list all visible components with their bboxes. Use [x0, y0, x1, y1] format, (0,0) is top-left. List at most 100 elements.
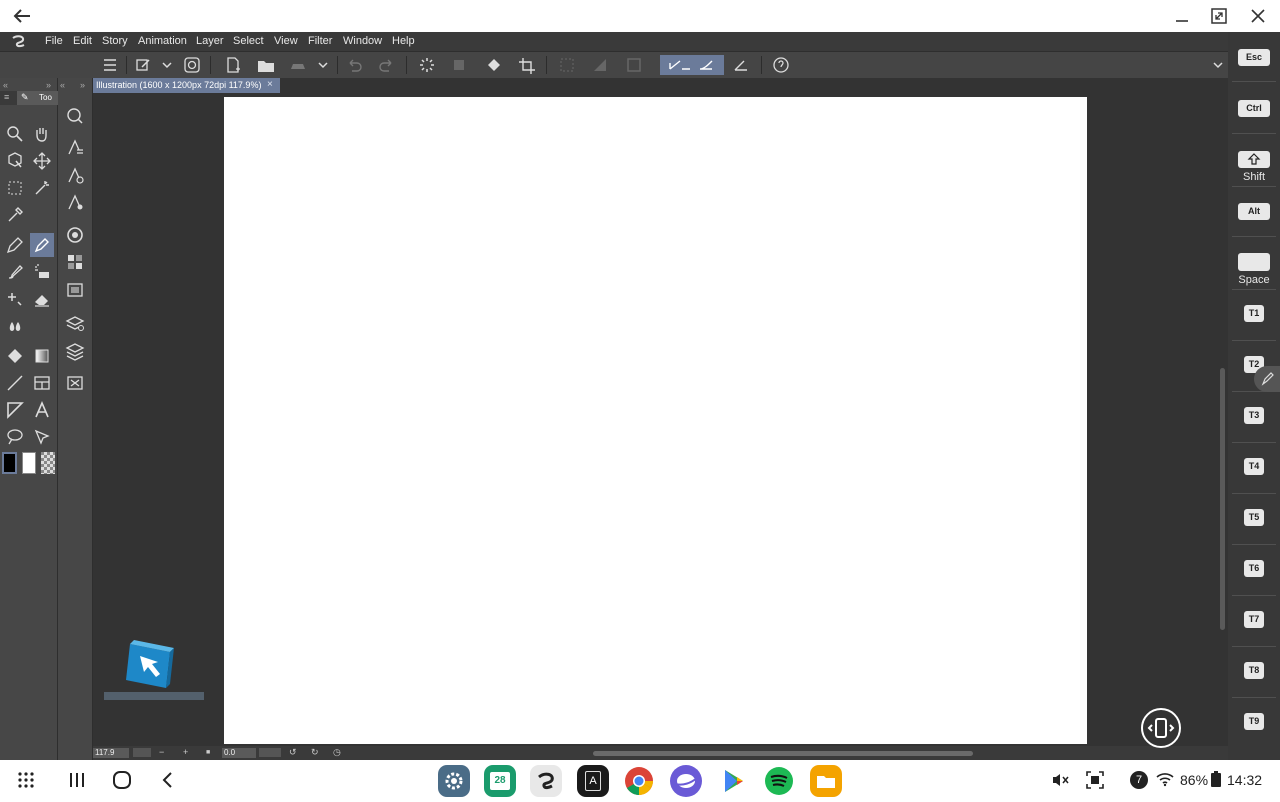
- t3-key[interactable]: T3: [1244, 407, 1264, 424]
- rotate-right-icon[interactable]: ↻: [311, 747, 319, 758]
- zoom-in-icon[interactable]: +: [183, 747, 188, 757]
- brush-tool-icon[interactable]: [3, 260, 27, 284]
- hamburger-menu-icon[interactable]: [99, 55, 121, 75]
- t1-key[interactable]: T1: [1244, 305, 1264, 322]
- intermediate-color-icon[interactable]: [63, 278, 87, 302]
- snap-ruler-icon[interactable]: [730, 55, 752, 75]
- shift-key[interactable]: [1238, 151, 1270, 168]
- menu-filter[interactable]: Filter: [308, 35, 332, 47]
- color-set-icon[interactable]: [63, 250, 87, 274]
- menu-animation[interactable]: Animation: [138, 35, 187, 47]
- app-drawer-icon[interactable]: [16, 770, 36, 796]
- chevron-down-icon[interactable]: [312, 55, 334, 75]
- pencil-tool-icon[interactable]: [30, 233, 54, 257]
- notification-count-badge[interactable]: 7: [1130, 771, 1148, 789]
- rotation-slider[interactable]: [259, 748, 281, 757]
- space-key[interactable]: [1238, 253, 1270, 271]
- zoom-tool-icon[interactable]: [3, 122, 27, 146]
- loading-spinner-icon[interactable]: [416, 55, 438, 75]
- chevron-down-icon[interactable]: [1207, 55, 1229, 75]
- arrow-left-icon[interactable]: [10, 4, 34, 28]
- restore-icon[interactable]: [1207, 4, 1231, 28]
- back-icon[interactable]: [158, 770, 178, 796]
- menu-story[interactable]: Story: [102, 35, 128, 47]
- document-tab[interactable]: Illustration (1600 x 1200px 72dpi 117.9%…: [93, 78, 280, 93]
- help-icon[interactable]: [770, 55, 792, 75]
- t4-key[interactable]: T4: [1244, 458, 1264, 475]
- collapse-icon[interactable]: «: [60, 80, 65, 90]
- menu-layer[interactable]: Layer: [196, 35, 224, 47]
- chevron-down-icon[interactable]: [156, 55, 178, 75]
- t6-key[interactable]: T6: [1244, 560, 1264, 577]
- crop-icon[interactable]: [516, 55, 538, 75]
- menu-help[interactable]: Help: [392, 35, 415, 47]
- close-icon[interactable]: [1246, 4, 1270, 28]
- alt-key[interactable]: Alt: [1238, 203, 1270, 220]
- panel-menu-icon[interactable]: ≡: [4, 92, 9, 102]
- airbrush-tool-icon[interactable]: [30, 260, 54, 284]
- eraser-tool-icon[interactable]: [30, 287, 54, 311]
- layers-icon[interactable]: [63, 339, 87, 363]
- material-icon[interactable]: [63, 371, 87, 395]
- zoom-field[interactable]: 117.9: [93, 748, 129, 758]
- tool-tab[interactable]: ✎ Too: [17, 91, 58, 105]
- pen-tool-icon[interactable]: [3, 233, 27, 257]
- brush-size-icon[interactable]: [63, 191, 87, 215]
- tool-property-icon[interactable]: [63, 164, 87, 188]
- eyedropper-icon[interactable]: [3, 203, 27, 227]
- screenshot-icon[interactable]: [1085, 770, 1105, 793]
- balloon-tool-icon[interactable]: [3, 425, 27, 449]
- rotation-field[interactable]: 0.0: [222, 748, 256, 758]
- sub-tool-icon[interactable]: [63, 136, 87, 160]
- main-color-swatch[interactable]: [2, 452, 17, 474]
- selection-tool-icon[interactable]: [3, 176, 27, 200]
- text-tool-icon[interactable]: [30, 398, 54, 422]
- menu-file[interactable]: File: [45, 35, 63, 47]
- menu-window[interactable]: Window: [343, 35, 382, 47]
- minimize-icon[interactable]: [1170, 4, 1194, 28]
- ruler-tool-icon[interactable]: [3, 398, 27, 422]
- sub-color-swatch[interactable]: [22, 452, 36, 474]
- collapse-icon[interactable]: «: [3, 80, 8, 90]
- object-tool-icon[interactable]: [3, 149, 27, 173]
- color-wheel-icon[interactable]: [63, 223, 87, 247]
- fit-icon[interactable]: ■: [206, 749, 210, 756]
- fill-tool-icon[interactable]: [3, 344, 27, 368]
- horizontal-scrollbar[interactable]: [593, 751, 973, 756]
- menu-edit[interactable]: Edit: [73, 35, 92, 47]
- zoom-slider[interactable]: [133, 748, 151, 757]
- open-folder-icon[interactable]: [255, 55, 277, 75]
- reset-rotation-icon[interactable]: ◷: [333, 747, 341, 758]
- frame-tool-icon[interactable]: [30, 371, 54, 395]
- chrome-app-icon[interactable]: [623, 765, 655, 797]
- t7-key[interactable]: T7: [1244, 611, 1264, 628]
- decoration-tool-icon[interactable]: [3, 287, 27, 311]
- clip-studio-logo-icon[interactable]: [10, 34, 28, 49]
- move-tool-icon[interactable]: [30, 149, 54, 173]
- internet-app-icon[interactable]: [670, 765, 702, 797]
- play-store-app-icon[interactable]: [717, 765, 749, 797]
- correct-line-tool-icon[interactable]: [30, 425, 54, 449]
- calendar-app-icon[interactable]: 28: [484, 765, 516, 797]
- fill-icon[interactable]: [483, 55, 505, 75]
- split-view-button[interactable]: [1141, 708, 1181, 748]
- ctrl-key[interactable]: Ctrl: [1238, 100, 1270, 117]
- esc-key[interactable]: Esc: [1238, 49, 1270, 66]
- transparent-color-swatch[interactable]: [41, 452, 55, 474]
- rotate-left-icon[interactable]: ↺: [289, 747, 297, 758]
- t9-key[interactable]: T9: [1244, 713, 1264, 730]
- edge-panel-handle[interactable]: [1254, 366, 1280, 392]
- expand-icon[interactable]: »: [46, 80, 51, 90]
- mute-icon[interactable]: [1050, 771, 1070, 792]
- t5-key[interactable]: T5: [1244, 509, 1264, 526]
- dex-app-icon[interactable]: A: [577, 765, 609, 797]
- new-file-icon[interactable]: [222, 55, 244, 75]
- edit-layer-icon[interactable]: [132, 55, 154, 75]
- hand-tool-icon[interactable]: [30, 122, 54, 146]
- canvas-area[interactable]: Illustration (1600 x 1200px 72dpi 117.9%…: [93, 78, 1228, 746]
- menu-select[interactable]: Select: [233, 35, 264, 47]
- blend-tool-icon[interactable]: [3, 314, 27, 338]
- gradient-tool-icon[interactable]: [30, 344, 54, 368]
- spotify-app-icon[interactable]: [763, 765, 795, 797]
- magic-wand-icon[interactable]: [30, 176, 54, 200]
